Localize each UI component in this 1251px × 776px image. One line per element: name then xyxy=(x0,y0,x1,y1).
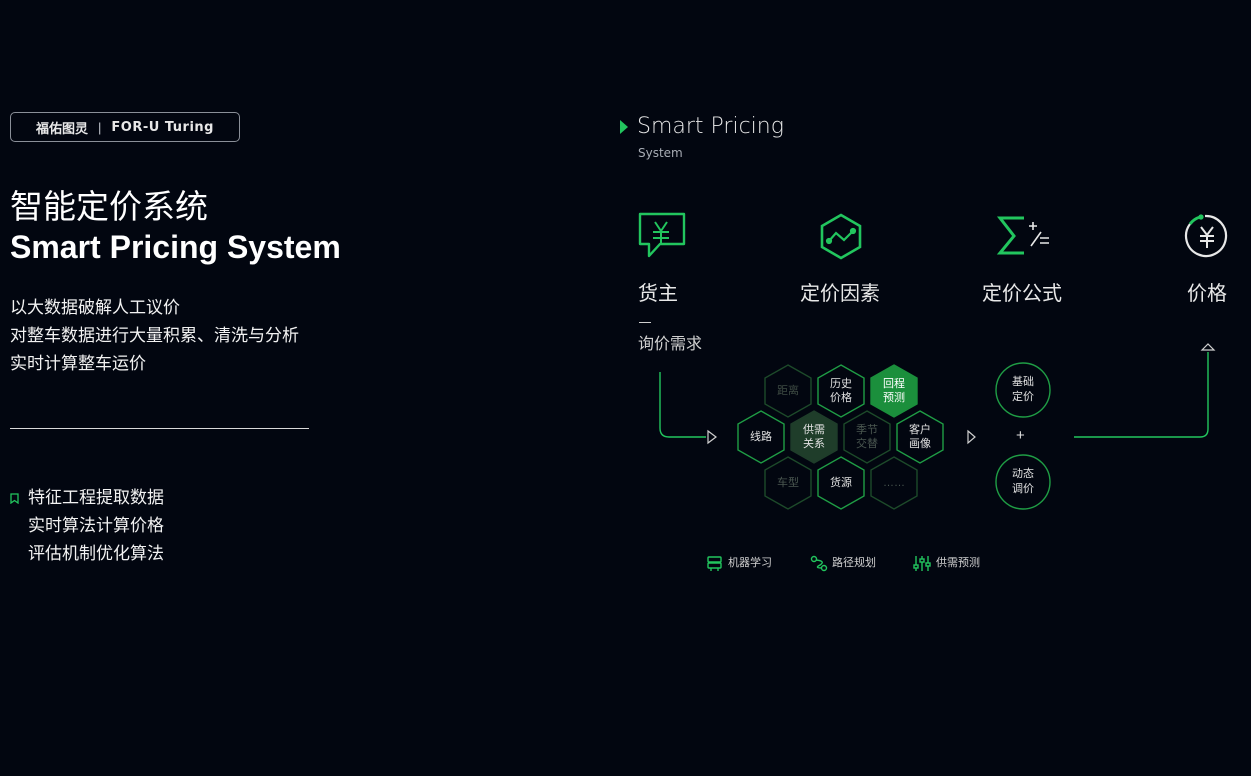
hex-label: 线路 xyxy=(750,431,772,443)
sigma-formula-icon xyxy=(996,216,1049,255)
dynamic-price-label: 动态 调价 xyxy=(1012,468,1034,495)
step-pricing-formula: 定价公式 xyxy=(982,283,1062,305)
sliders-icon xyxy=(913,556,931,571)
plus-sign: + xyxy=(1016,427,1025,444)
legend-supply-demand: 供需预测 xyxy=(936,557,980,569)
hexagon-trend-icon xyxy=(820,213,862,260)
legend-machine-learning: 机器学习 xyxy=(728,557,772,569)
yuan-circle-icon xyxy=(1184,214,1228,258)
legend-route-planning: 路径规划 xyxy=(832,557,876,569)
diagram-graphics xyxy=(638,212,1228,572)
hex-label: 客户 画像 xyxy=(909,424,931,450)
server-icon xyxy=(707,556,722,571)
hex-label: 历史 价格 xyxy=(830,378,852,404)
step-pricing-factors: 定价因素 xyxy=(800,283,880,305)
hex-label: 车型 xyxy=(777,477,799,489)
hex-label: 季节 交替 xyxy=(856,424,878,450)
inquiry-label: 询价需求 xyxy=(638,336,703,353)
inquiry-dash xyxy=(639,322,651,323)
step-shipper: 货主 xyxy=(638,283,678,305)
hex-label: 回程 预测 xyxy=(883,378,905,404)
hex-label: 货源 xyxy=(830,477,852,489)
step-price: 价格 xyxy=(1187,283,1227,305)
hex-label: 供需 关系 xyxy=(803,424,825,450)
base-price-label: 基础 定价 xyxy=(1012,376,1034,403)
hex-label: 距离 xyxy=(777,385,799,397)
route-icon xyxy=(810,555,828,572)
yuan-chat-icon xyxy=(638,212,686,258)
hex-label: …… xyxy=(883,477,905,489)
